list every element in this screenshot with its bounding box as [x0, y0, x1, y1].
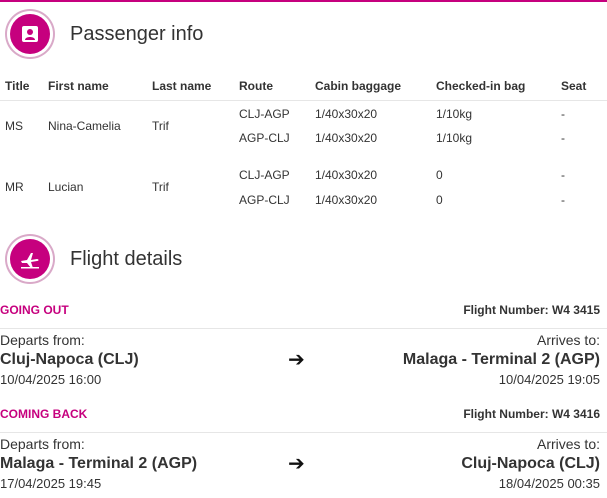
return-label-row: COMING BACK Flight Number: W4 3416 [0, 407, 607, 421]
arrival-time: 10/04/2025 19:05 [498, 372, 600, 387]
leg-cabin-baggage: 1/40x30x20 [315, 130, 378, 145]
departure-time: 10/04/2025 16:00 [0, 372, 102, 387]
column-header-last-name: Last name [147, 72, 234, 101]
passenger-last-name: Trif [152, 180, 169, 194]
leg-route: CLJ-AGP [239, 167, 290, 182]
section-title: Flight details [70, 247, 183, 270]
column-header-first-name: First name [43, 72, 147, 101]
leg-seat: - [561, 130, 565, 145]
arrow-right-icon: ➔ [288, 349, 305, 371]
table-row: MR Lucian Trif CLJ-AGP 1/40x30x20 0 - [0, 162, 607, 195]
leg-cabin-baggage: 1/40x30x20 [315, 192, 378, 207]
leg-cabin-baggage: 1/40x30x20 [315, 167, 378, 182]
arrives-label: Arrives to: [536, 332, 600, 348]
departure-city: Malaga - Terminal 2 (AGP) [0, 455, 198, 472]
leg-checked-bag: 0 [436, 192, 443, 207]
divider [0, 328, 607, 329]
leg-cabin-baggage: 1/40x30x20 [315, 106, 378, 121]
departs-label: Departs from: [0, 436, 85, 452]
passenger-first-name: Nina-Camelia [48, 119, 121, 134]
outbound-flight: Departs from: Cluj-Napoca (CLJ) 10/04/20… [0, 331, 607, 391]
outbound-label: GOING OUT [0, 303, 69, 317]
outbound-arrival: Arrives to: Malaga - Terminal 2 (AGP) 10… [403, 331, 600, 389]
leg-checked-bag: 1/10kg [436, 130, 473, 145]
column-header-seat: Seat [556, 72, 607, 101]
column-header-title: Title [0, 72, 43, 101]
arrow-right-icon: ➔ [288, 453, 305, 475]
passenger-first-name: Lucian [48, 180, 84, 194]
leg-checked-bag: 1/10kg [436, 106, 473, 121]
arrival-time: 18/04/2025 00:35 [498, 476, 600, 491]
table-row: MS Nina-Camelia Trif CLJ-AGP 1/40x30x20 … [0, 100, 607, 134]
arrives-label: Arrives to: [536, 436, 600, 452]
departure-time: 17/04/2025 19:45 [0, 476, 102, 491]
column-header-checked-bag: Checked-in bag [431, 72, 556, 101]
outbound-label-row: GOING OUT Flight Number: W4 3415 [0, 303, 607, 317]
passenger-last-name: Trif [152, 119, 169, 134]
passenger-title: MR [5, 180, 24, 194]
passenger-title: MS [5, 119, 23, 134]
leg-seat: - [561, 167, 565, 182]
leg-route: AGP-CLJ [239, 192, 290, 207]
table-header-row: Title First name Last name Route Cabin b… [0, 72, 607, 101]
passenger-info-header: Passenger info [10, 14, 203, 54]
column-header-route: Route [234, 72, 310, 101]
top-accent-line [0, 0, 607, 2]
passenger-table: Title First name Last name Route Cabin b… [0, 72, 607, 212]
outbound-departure: Departs from: Cluj-Napoca (CLJ) 10/04/20… [0, 331, 139, 389]
return-label: COMING BACK [0, 407, 88, 421]
return-flight: Departs from: Malaga - Terminal 2 (AGP) … [0, 435, 607, 495]
leg-route: AGP-CLJ [239, 130, 290, 145]
airplane-icon [10, 239, 50, 279]
leg-route: CLJ-AGP [239, 106, 290, 121]
return-arrival: Arrives to: Cluj-Napoca (CLJ) 18/04/2025… [461, 435, 600, 493]
divider [0, 432, 607, 433]
outbound-flight-number: Flight Number: W4 3415 [463, 303, 600, 317]
return-departure: Departs from: Malaga - Terminal 2 (AGP) … [0, 435, 197, 493]
arrival-city: Cluj-Napoca (CLJ) [461, 455, 600, 472]
arrival-city: Malaga - Terminal 2 (AGP) [402, 351, 600, 368]
return-flight-number: Flight Number: W4 3416 [463, 407, 600, 421]
leg-seat: - [561, 106, 565, 121]
table-spacer [0, 150, 607, 162]
section-title: Passenger info [70, 22, 204, 45]
departs-label: Departs from: [0, 332, 85, 348]
departure-city: Cluj-Napoca (CLJ) [0, 351, 139, 368]
column-header-cabin-baggage: Cabin baggage [310, 72, 431, 101]
flight-details-header: Flight details [10, 239, 182, 279]
leg-seat: - [561, 192, 565, 207]
leg-checked-bag: 0 [436, 167, 443, 182]
passenger-icon [10, 14, 50, 54]
